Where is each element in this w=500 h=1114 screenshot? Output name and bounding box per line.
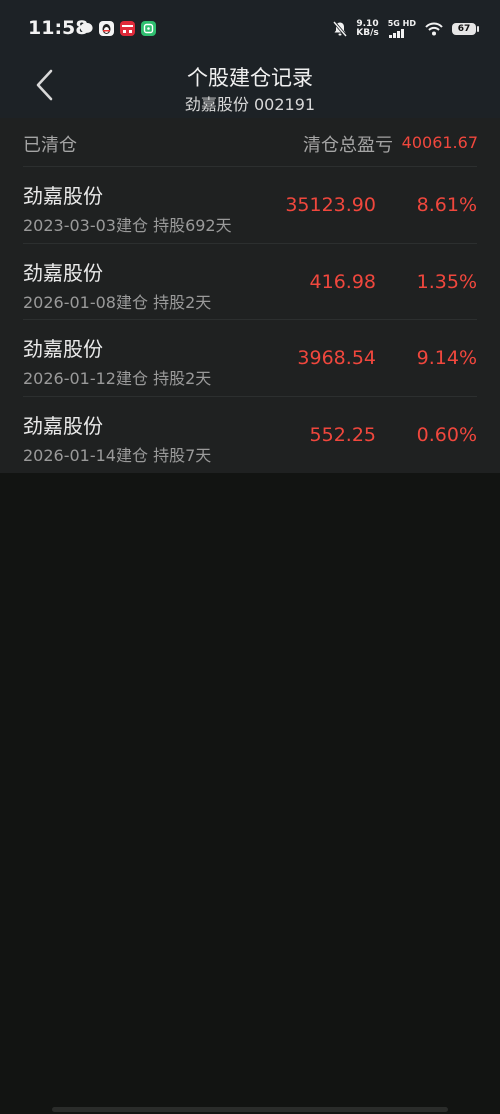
record-profit: 552.25 [309, 424, 376, 446]
page-title: 个股建仓记录 [187, 66, 313, 90]
qq-penguin-icon [99, 21, 114, 36]
status-right: 9.10 KB/s 5G HD 67 [333, 18, 479, 40]
record-profit: 35123.90 [285, 194, 376, 216]
record-percent: 1.35% [416, 271, 477, 293]
chat-bubble-icon [80, 22, 93, 35]
wifi-icon [425, 22, 443, 36]
cellular-indicator: 5G HD [388, 20, 416, 38]
cleared-records-card: 已清仓 清仓总盈亏 40061.67 劲嘉股份 2023-03-03建仓 持股6… [0, 118, 500, 473]
record-profit: 416.98 [309, 271, 376, 293]
network-speed: 9.10 KB/s [356, 20, 378, 38]
stock-subtitle: 劲嘉股份 002191 [184, 95, 316, 114]
record-row[interactable]: 劲嘉股份 2026-01-14建仓 持股7天 552.25 0.60% [0, 397, 500, 474]
record-build-date: 2023-03-03建仓 持股692天 [23, 216, 232, 235]
record-row[interactable]: 劲嘉股份 2026-01-12建仓 持股2天 3968.54 9.14% [0, 320, 500, 397]
status-bar: 11:58 9.10 KB/s 5G HD 67 [0, 0, 500, 58]
record-row[interactable]: 劲嘉股份 2026-01-08建仓 持股2天 416.98 1.35% [0, 244, 500, 321]
record-percent: 9.14% [416, 347, 477, 369]
record-stock-name: 劲嘉股份 [23, 184, 103, 208]
record-build-date: 2026-01-12建仓 持股2天 [23, 369, 212, 388]
home-indicator[interactable] [52, 1107, 448, 1112]
record-build-date: 2026-01-14建仓 持股7天 [23, 446, 212, 465]
page-header: 个股建仓记录 劲嘉股份 002191 [0, 58, 500, 118]
wechat-like-icon [141, 21, 156, 36]
total-pnl-label: 清仓总盈亏 [303, 135, 393, 156]
mute-bell-icon [333, 21, 348, 37]
record-profit: 3968.54 [297, 347, 376, 369]
summary-row: 已清仓 清仓总盈亏 40061.67 [0, 118, 500, 166]
record-row[interactable]: 劲嘉股份 2023-03-03建仓 持股692天 35123.90 8.61% [0, 167, 500, 244]
signal-icon [388, 29, 404, 38]
record-percent: 8.61% [416, 194, 477, 216]
record-stock-name: 劲嘉股份 [23, 414, 103, 438]
record-percent: 0.60% [416, 424, 477, 446]
record-build-date: 2026-01-08建仓 持股2天 [23, 293, 212, 312]
record-stock-name: 劲嘉股份 [23, 261, 103, 285]
battery-icon: 67 [452, 23, 479, 35]
total-pnl-value: 40061.67 [401, 133, 478, 152]
cleared-label: 已清仓 [23, 135, 77, 156]
record-stock-name: 劲嘉股份 [23, 337, 103, 361]
app-badge-icon [120, 21, 135, 36]
network-type: 5G HD [387, 19, 416, 28]
speed-unit: KB/s [356, 28, 379, 38]
